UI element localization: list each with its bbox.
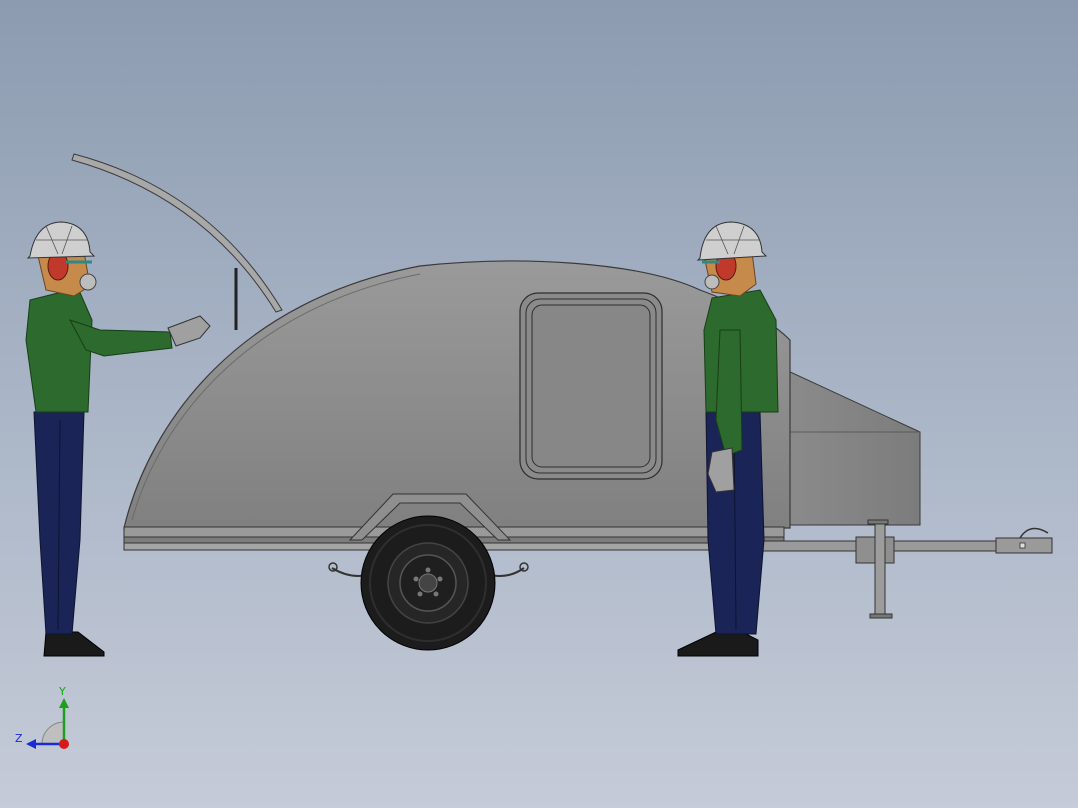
y-axis-arrow-head [59,698,69,708]
z-axis-arrow-head [26,739,36,749]
x-axis-dot [59,739,69,749]
boots-right [677,631,759,657]
cad-viewport[interactable]: Y Z [0,0,1078,808]
respirator-right [704,274,720,290]
rear-hatch[interactable] [71,153,283,330]
orientation-triad[interactable]: Y Z [12,686,82,756]
safety-chain [1019,527,1049,539]
y-axis-label: Y [59,685,66,698]
triad-axes [26,698,69,749]
teardrop-body[interactable] [123,260,791,529]
jacket-left [25,287,93,413]
respirator-left [79,273,97,291]
boots-left [43,631,105,657]
hard-hat-right [696,221,768,261]
side-window[interactable] [519,292,663,480]
z-axis-label: Z [15,732,23,745]
glove-left [167,315,211,347]
tongue-drawbar[interactable] [759,527,1053,554]
wheel[interactable] [360,515,496,651]
assembly-side-view[interactable] [0,0,1078,808]
tongue-jack[interactable] [855,519,895,619]
